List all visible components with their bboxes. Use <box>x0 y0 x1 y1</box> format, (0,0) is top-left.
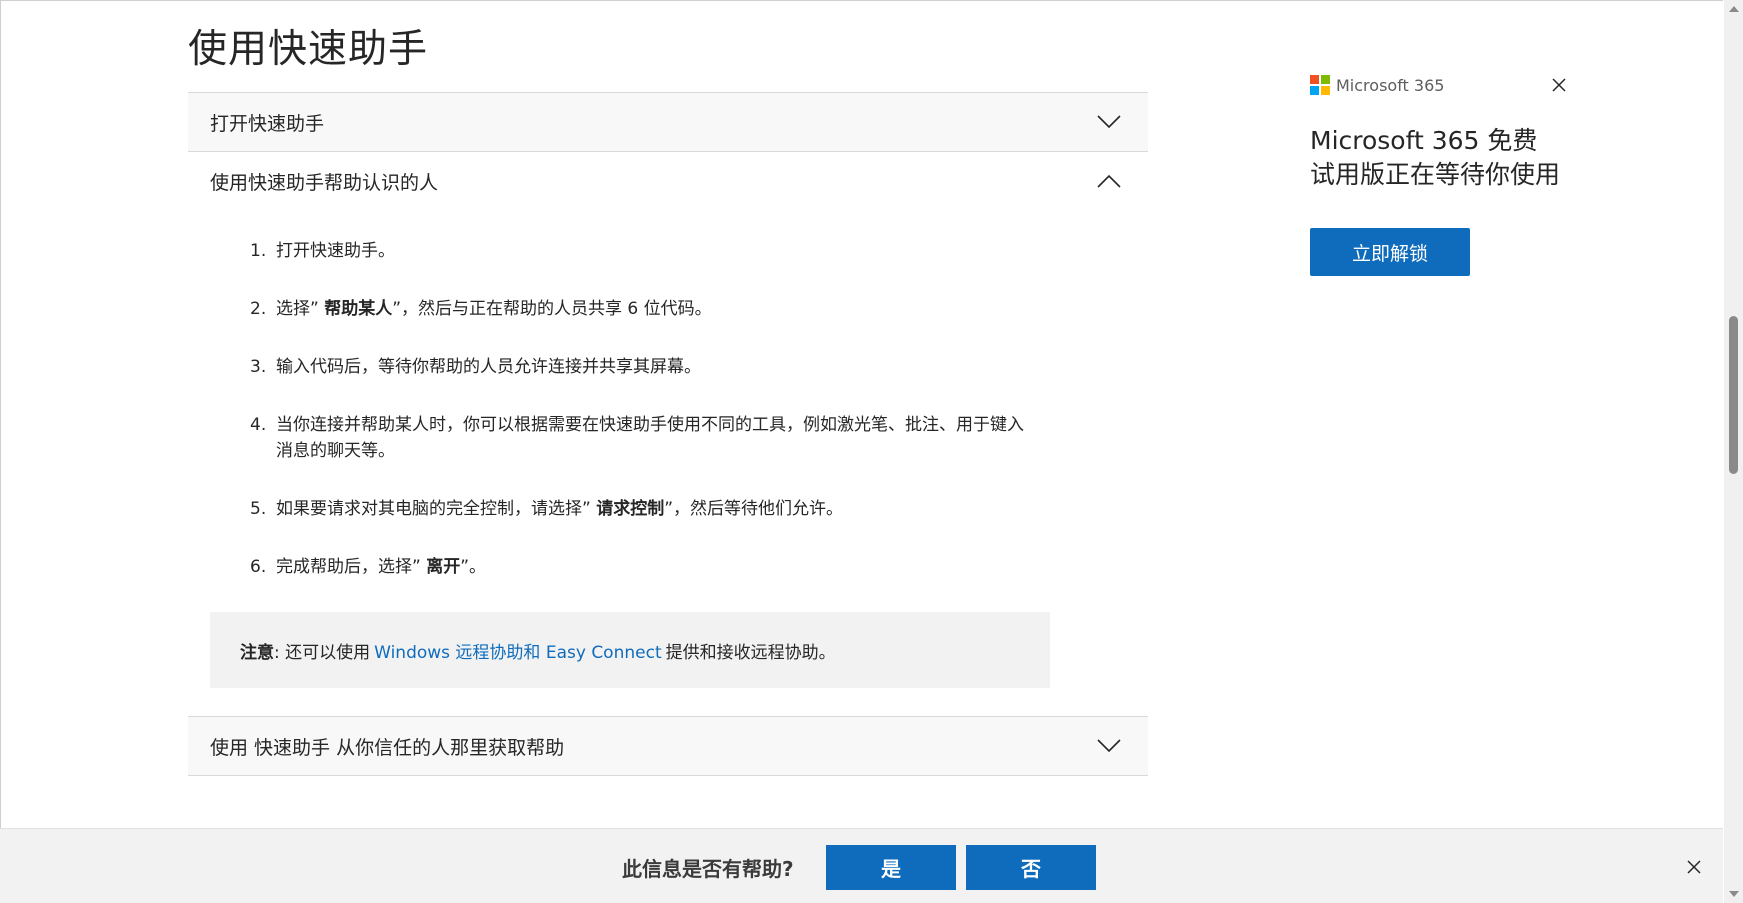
scrollbar[interactable] <box>1724 0 1743 903</box>
note-text: 提供和接收远程协助。 <box>665 642 836 663</box>
accordion-item-open-quick-assist: 打开快速助手 <box>188 92 1148 151</box>
scroll-down-arrow-icon[interactable] <box>1729 891 1739 897</box>
note-text: : 还可以使用 <box>274 642 371 663</box>
list-item: 4. 当你连接并帮助某人时，你可以根据需要在快速助手使用不同的工具，例如激光笔、… <box>210 412 1040 464</box>
step-number: 2. <box>250 299 267 319</box>
list-item: 6. 完成帮助后，选择” 离开”。 <box>210 554 1040 580</box>
step-text: 打开快速助手。 <box>276 241 395 261</box>
steps-list: 1. 打开快速助手。 2. 选择” 帮助某人”，然后与正在帮助的人员共享 6 位… <box>210 210 1040 580</box>
list-item: 3. 输入代码后，等待你帮助的人员允许连接并共享其屏幕。 <box>210 354 1040 380</box>
list-item: 1. 打开快速助手。 <box>210 238 1040 264</box>
feedback-question: 此信息是否有帮助? <box>622 857 794 881</box>
feedback-no-button[interactable]: 否 <box>966 845 1096 890</box>
step-number: 5. <box>250 499 267 519</box>
list-item: 2. 选择” 帮助某人”，然后与正在帮助的人员共享 6 位代码。 <box>210 296 1040 322</box>
feedback-yes-button[interactable]: 是 <box>826 845 956 890</box>
scrollbar-thumb[interactable] <box>1729 316 1738 474</box>
note-box: 注意: 还可以使用 Windows 远程协助和 Easy Connect 提供和接收… <box>210 612 1050 688</box>
accordion-body: 1. 打开快速助手。 2. 选择” 帮助某人”，然后与正在帮助的人员共享 6 位… <box>188 210 1148 716</box>
step-text: 如果要请求对其电脑的完全控制，请选择” <box>276 499 597 519</box>
remote-assistance-link[interactable]: Windows 远程协助和 Easy Connect <box>374 638 661 663</box>
accordion-header-get-help[interactable]: 使用 快速助手 从你信任的人那里获取帮助 <box>188 717 1148 775</box>
accordion-item-get-help: 使用 快速助手 从你信任的人那里获取帮助 <box>188 716 1148 776</box>
accordion-header-help-someone[interactable]: 使用快速助手帮助认识的人 <box>188 152 1148 210</box>
chevron-down-icon[interactable] <box>1096 738 1122 754</box>
accordion-header-open-quick-assist[interactable]: 打开快速助手 <box>188 93 1148 151</box>
unlock-now-button[interactable]: 立即解锁 <box>1310 228 1470 276</box>
step-text: ”。 <box>460 557 487 577</box>
scroll-up-arrow-icon[interactable] <box>1729 6 1739 12</box>
close-icon[interactable] <box>1686 859 1702 875</box>
step-emphasis: 请求控制 <box>596 499 665 519</box>
step-emphasis: 离开 <box>426 557 461 577</box>
step-text: ”，然后与正在帮助的人员共享 6 位代码。 <box>392 299 712 319</box>
step-text: 完成帮助后，选择” <box>276 557 427 577</box>
step-number: 1. <box>250 241 267 261</box>
page-title: 使用快速助手 <box>188 27 429 72</box>
step-number: 6. <box>250 557 267 577</box>
step-number: 3. <box>250 357 267 377</box>
page: 使用快速助手 打开快速助手 使用快速助手帮助认识的人 1. 打开快速助手。 2.… <box>0 0 1743 903</box>
step-text: 输入代码后，等待你帮助的人员允许连接并共享其屏幕。 <box>276 357 701 377</box>
step-text: ”，然后等待他们允许。 <box>664 499 844 519</box>
accordion-header-label: 使用 快速助手 从你信任的人那里获取帮助 <box>210 736 565 759</box>
microsoft-logo-icon <box>1310 75 1330 95</box>
list-item: 5. 如果要请求对其电脑的完全控制，请选择” 请求控制”，然后等待他们允许。 <box>210 496 1040 522</box>
step-number: 4. <box>250 415 267 435</box>
chevron-down-icon[interactable] <box>1096 114 1122 130</box>
close-icon[interactable] <box>1550 76 1568 94</box>
accordion-header-label: 打开快速助手 <box>210 112 325 135</box>
microsoft-365-logo: Microsoft 365 <box>1310 74 1570 96</box>
feedback-bar: 此信息是否有帮助? 是 否 <box>0 828 1723 903</box>
accordion-item-help-someone: 使用快速助手帮助认识的人 1. 打开快速助手。 2. 选择” 帮助某人”，然后与… <box>188 151 1148 716</box>
promo-panel: Microsoft 365 Microsoft 365 免费试用版正在等待你使用… <box>1310 74 1570 276</box>
chevron-up-icon[interactable] <box>1096 173 1122 189</box>
note-label: 注意 <box>240 642 274 663</box>
brand-name: Microsoft 365 <box>1336 75 1445 95</box>
step-text: 选择” <box>276 299 325 319</box>
accordion-header-label: 使用快速助手帮助认识的人 <box>210 171 439 194</box>
accordion: 打开快速助手 使用快速助手帮助认识的人 1. 打开快速助手。 2. 选择” 帮助… <box>188 92 1148 776</box>
step-text: 当你连接并帮助某人时，你可以根据需要在快速助手使用不同的工具，例如激光笔、批注、… <box>276 415 1024 461</box>
promo-text: Microsoft 365 免费试用版正在等待你使用 <box>1310 126 1561 189</box>
step-emphasis: 帮助某人 <box>324 299 393 319</box>
